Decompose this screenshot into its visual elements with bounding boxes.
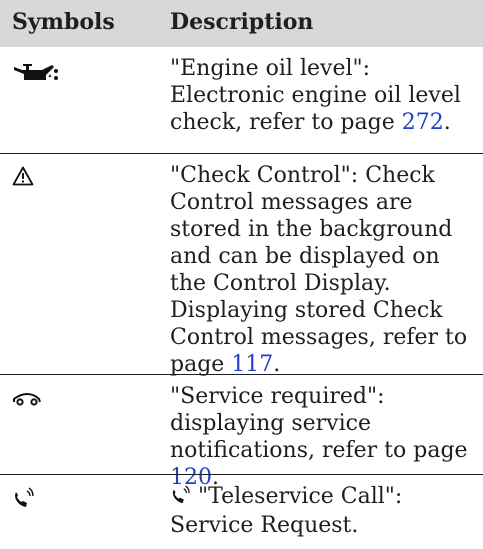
description-text: "Engine oil level": Electronic engine oi… xyxy=(170,56,461,135)
teleservice-call-icon xyxy=(170,485,192,512)
description-text: "Teleservice Call": Service Request. xyxy=(170,484,403,538)
table-header: Symbols Description xyxy=(0,0,483,47)
table-row: "Engine oil level": Electronic engine oi… xyxy=(0,55,483,147)
table-row: "Teleservice Call": Service Request. xyxy=(0,483,483,545)
description-text: "Check Control": Check Control messages … xyxy=(170,163,468,377)
engine-oil-level-icon xyxy=(12,61,60,87)
row-divider xyxy=(0,153,483,154)
warning-triangle-icon xyxy=(12,166,34,190)
description-column-header: Description xyxy=(170,9,314,35)
table-row: "Service required": displaying service n… xyxy=(0,383,483,490)
row-divider xyxy=(0,474,483,475)
symbols-column-header: Symbols xyxy=(12,9,115,35)
teleservice-call-icon xyxy=(12,487,36,513)
row-divider xyxy=(0,374,483,375)
page-reference-link[interactable]: 272 xyxy=(402,110,444,135)
vehicle-service-icon xyxy=(12,391,42,410)
